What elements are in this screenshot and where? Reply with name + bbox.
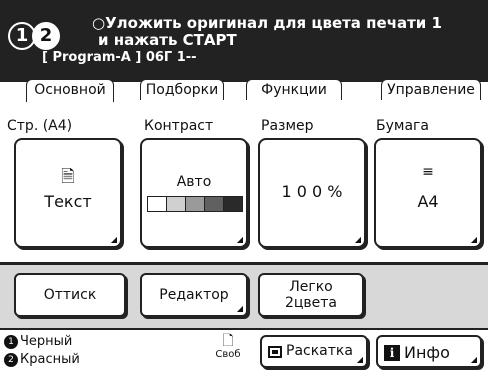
size-label: Размер <box>261 118 314 134</box>
status-header: 1 2 ○Уложить оригинал для цвета печати 1… <box>0 0 488 82</box>
easy-2color-label: Легко 2цвета <box>260 279 362 311</box>
corner-mark-icon: ◢ <box>110 235 117 244</box>
paper-label: Бумага <box>376 118 429 134</box>
free-status-indicator: 🗋 Своб <box>212 333 244 360</box>
easy-2color-label-line-1: Легко <box>289 279 333 295</box>
printer-control-screen: 1 2 ○Уложить оригинал для цвета печати 1… <box>0 0 488 372</box>
document-outline-icon: 🗋 <box>222 333 234 349</box>
corner-mark-icon: ◢ <box>470 355 477 364</box>
tab-selections[interactable]: Подборки <box>140 79 224 100</box>
editor-button[interactable]: Редактор ◢ <box>140 273 248 317</box>
drum-2-badge: 2 <box>32 22 60 50</box>
corner-mark-icon: ◢ <box>470 235 477 244</box>
easy-2color-button[interactable]: Легко 2цвета <box>258 273 364 317</box>
paper-button[interactable]: ≡ A4 ◢ <box>374 138 482 248</box>
drum-2-color-info: 2 Красный <box>4 352 80 367</box>
contrast-step-1 <box>148 197 167 211</box>
contrast-step-2 <box>167 197 186 211</box>
original-mode-value: Текст <box>44 192 92 211</box>
status-message-line-2: и нажать СТАРТ <box>98 31 237 49</box>
page-size-label: Стр. (A4) <box>7 118 73 134</box>
layout-icon <box>268 345 282 358</box>
free-status-label: Своб <box>215 349 241 360</box>
info-button-label: Инфо <box>404 343 450 362</box>
contrast-value: Авто <box>176 174 212 190</box>
contrast-label: Контраст <box>144 118 214 134</box>
corner-mark-icon: ◢ <box>356 355 363 364</box>
drum-badges: 1 2 <box>8 22 94 52</box>
proof-button[interactable]: Оттиск <box>14 273 126 317</box>
contrast-level-bar <box>147 196 243 212</box>
paper-value: A4 <box>417 192 439 211</box>
editor-button-label: Редактор <box>159 287 229 303</box>
corner-mark-icon: ◢ <box>236 304 243 313</box>
corner-mark-icon: ◢ <box>354 235 361 244</box>
drum-1-color-info: 1 Черный <box>4 334 72 349</box>
contrast-step-5 <box>224 197 242 211</box>
drum-2-mini-badge: 2 <box>4 352 18 367</box>
size-button[interactable]: 1 0 0 % ◢ <box>258 138 366 248</box>
original-mode-button[interactable]: 🗎 Текст ◢ <box>14 138 122 248</box>
tab-basic[interactable]: Основной <box>26 79 114 103</box>
tab-admin[interactable]: Управление <box>381 79 481 100</box>
info-button[interactable]: i Инфо ◢ <box>376 335 482 368</box>
drum-1-color-name: Черный <box>20 334 73 349</box>
corner-mark-icon: ◢ <box>236 235 243 244</box>
contrast-step-3 <box>186 197 205 211</box>
status-message-line-1: ○Уложить оригинал для цвета печати 1 <box>92 14 442 32</box>
easy-2color-label-line-2: 2цвета <box>284 295 338 311</box>
contrast-step-4 <box>205 197 224 211</box>
info-icon: i <box>384 344 400 361</box>
paper-tray-icon: ≡ <box>422 164 434 180</box>
document-icon: 🗎 <box>61 167 75 187</box>
contrast-button[interactable]: Авто ◢ <box>140 138 248 248</box>
proof-button-label: Оттиск <box>43 287 97 303</box>
tab-functions[interactable]: Функции <box>246 79 342 100</box>
layout-button[interactable]: Раскатка ◢ <box>260 335 368 368</box>
layout-button-label: Раскатка <box>286 343 353 359</box>
job-program-line: [ Program-A ] 06Г 1-- <box>42 50 197 65</box>
drum-2-color-name: Красный <box>20 352 80 367</box>
size-value: 1 0 0 % <box>281 182 343 201</box>
drum-1-mini-badge: 1 <box>4 334 18 349</box>
